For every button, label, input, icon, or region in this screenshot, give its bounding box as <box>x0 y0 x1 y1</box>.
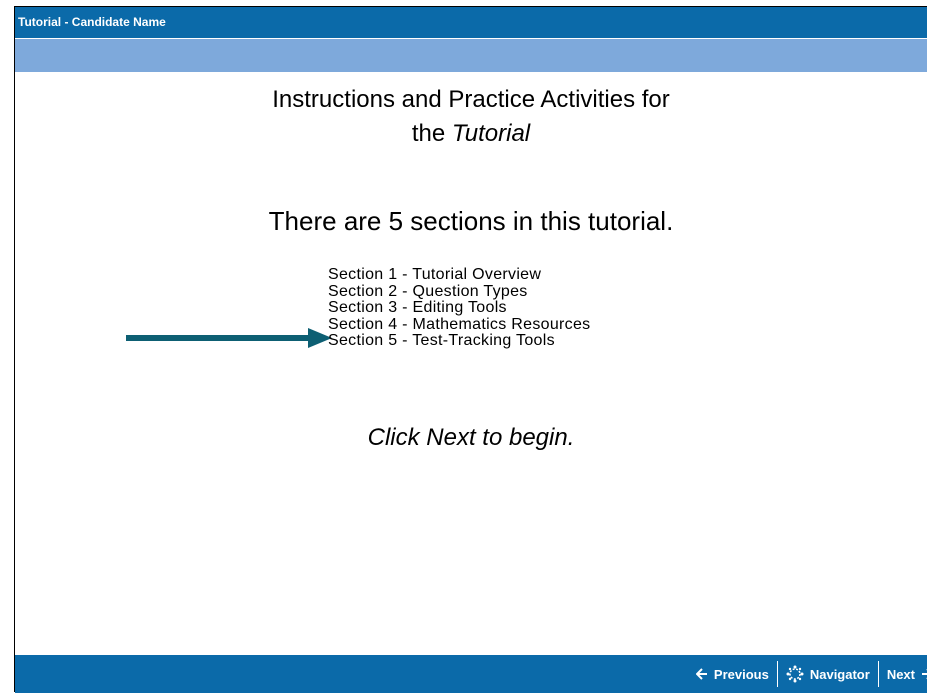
list-item: Section 2 - Question Types <box>328 282 528 300</box>
window-title-bar: Tutorial - Candidate Name <box>15 7 927 38</box>
page-heading-line2: the Tutorial <box>15 117 927 151</box>
next-button-label: Next <box>886 666 915 682</box>
nav-buttons: Previous Navigator Next <box>688 655 927 693</box>
list-item: Section 1 - Tutorial Overview <box>328 266 542 283</box>
navigation-bar: Previous Navigator Next <box>15 655 927 693</box>
navigator-button[interactable]: Navigator <box>778 655 878 693</box>
call-to-action: Click Next to begin. <box>367 424 575 451</box>
sections-intro: There are 5 sections in this tutorial. <box>268 206 674 236</box>
page-heading: Instructions and Practice Activities for… <box>15 83 927 151</box>
toolbar-strip <box>15 39 927 72</box>
pointer-arrow-icon <box>126 328 332 348</box>
page-heading-prefix: the <box>411 120 452 147</box>
list-item: Section 4 - Mathematics Resources <box>328 315 591 333</box>
page-heading-line1: Instructions and Practice Activities for <box>272 86 670 113</box>
arrow-right-icon <box>922 669 927 679</box>
window-title: Tutorial - Candidate Name <box>18 15 166 29</box>
previous-button-label: Previous <box>713 666 769 682</box>
previous-button[interactable]: Previous <box>688 655 777 693</box>
section-list: Section 1 - Tutorial Overview Section 2 … <box>328 266 591 350</box>
arrow-left-icon <box>695 668 707 680</box>
navigator-icon <box>786 665 804 683</box>
navigator-button-label: Navigator <box>809 666 870 682</box>
list-item: Section 3 - Editing Tools <box>328 299 507 316</box>
tutorial-window: Tutorial - Candidate Name Instructions a… <box>14 6 927 693</box>
main-content: Instructions and Practice Activities for… <box>15 72 927 655</box>
page-heading-italic: Tutorial <box>451 120 531 147</box>
list-item: Section 5 - Test-Tracking Tools <box>328 332 555 349</box>
next-button[interactable]: Next <box>879 655 927 693</box>
